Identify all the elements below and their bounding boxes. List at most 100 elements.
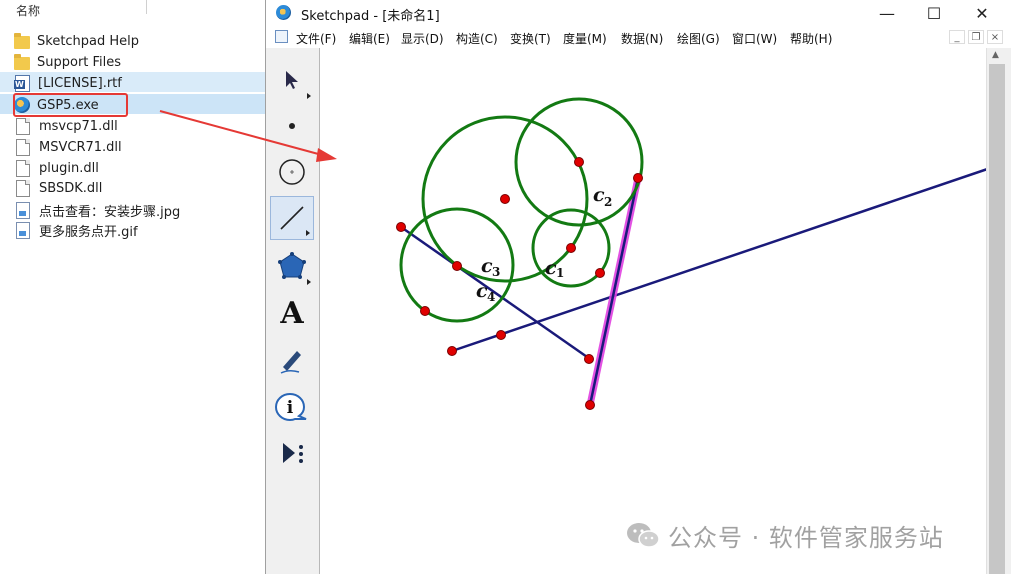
info-glyph: i: [287, 398, 294, 418]
label-c2[interactable]: c 2: [593, 184, 612, 209]
doc-minimize-button[interactable]: _: [949, 30, 965, 44]
point-segment-start[interactable]: [396, 222, 406, 232]
polygon-tool[interactable]: [270, 244, 314, 288]
menu-help[interactable]: 帮助(H): [790, 30, 832, 47]
menu-data[interactable]: 数据(N): [621, 30, 663, 47]
sketch-drawing: c 1 c 2 c 3 c 4: [396, 97, 986, 410]
segment-line[interactable]: [400, 225, 591, 361]
file-name: Sketchpad Help: [37, 33, 140, 49]
file-item-plugin[interactable]: plugin.dll: [14, 158, 264, 178]
circle-icon: [279, 159, 305, 185]
point-segment-end[interactable]: [584, 354, 594, 364]
maximize-button[interactable]: ☐: [919, 2, 949, 24]
file-item-sketchpad-help[interactable]: Sketchpad Help: [14, 31, 264, 51]
file-name: plugin.dll: [39, 160, 99, 176]
point-icon: [289, 123, 295, 129]
point-center-large[interactable]: [500, 194, 510, 204]
file-item-license[interactable]: [LICENSE].rtf: [14, 73, 264, 93]
point-segment-top[interactable]: [633, 173, 643, 183]
image-file-icon: [16, 201, 30, 219]
title-bar[interactable]: Sketchpad - [未命名1] — ☐ ✕: [266, 0, 1011, 26]
file-name: [LICENSE].rtf: [38, 75, 122, 91]
point-center-c2[interactable]: [574, 157, 584, 167]
menu-edit[interactable]: 编辑(E): [349, 30, 390, 47]
file-item-sbsdk[interactable]: SBSDK.dll: [14, 178, 264, 198]
label-c3[interactable]: c 3: [481, 255, 500, 279]
file-item-msvcr71[interactable]: MSVCR71.dll: [14, 137, 264, 157]
watermark-text: 公众号 · 软件管家服务站: [668, 523, 944, 552]
menu-graph[interactable]: 绘图(G): [677, 30, 720, 47]
file-name: SBSDK.dll: [39, 180, 103, 196]
file-item-more-services[interactable]: 更多服务点开.gif: [14, 220, 264, 240]
close-button[interactable]: ✕: [967, 2, 997, 24]
sketch-canvas[interactable]: c 1 c 2 c 3 c 4: [320, 48, 986, 574]
dll-file-icon: [16, 179, 30, 197]
doc-close-button[interactable]: ×: [987, 30, 1003, 44]
file-name: msvcp71.dll: [39, 118, 118, 134]
image-file-icon: [16, 221, 30, 239]
label-c2-subscript: 2: [604, 195, 612, 209]
marker-tool[interactable]: [270, 338, 314, 382]
information-tool[interactable]: i: [270, 385, 314, 429]
marker-icon: [280, 351, 301, 374]
compass-tool[interactable]: [270, 150, 314, 194]
sketchpad-window: Sketchpad - [未命名1] — ☐ ✕ 文件(F) 编辑(E) 显示(…: [265, 0, 1011, 574]
segment-icon: [280, 206, 304, 230]
arrow-icon: [286, 71, 298, 89]
minimize-button[interactable]: —: [872, 2, 902, 24]
folder-icon: [14, 53, 30, 70]
info-icon: i: [275, 392, 307, 422]
submenu-indicator: [307, 279, 311, 285]
menu-bar: 文件(F) 编辑(E) 显示(D) 构造(C) 变换(T) 度量(M) 数据(N…: [266, 27, 1011, 49]
label-c4[interactable]: c 4: [476, 280, 495, 304]
doc-restore-button[interactable]: ❐: [968, 30, 984, 44]
file-name: 更多服务点开.gif: [39, 224, 138, 240]
point-center-c1[interactable]: [566, 243, 576, 253]
point-tool[interactable]: [270, 104, 314, 148]
straightedge-tool[interactable]: [270, 196, 314, 240]
text-tool[interactable]: A: [270, 291, 314, 335]
file-name: Support Files: [37, 54, 122, 70]
point-segment-bottom[interactable]: [585, 400, 595, 410]
scrollbar-thumb[interactable]: [989, 64, 1005, 574]
menu-display[interactable]: 显示(D): [401, 30, 444, 47]
document-menu-icon[interactable]: [275, 30, 288, 43]
menu-transform[interactable]: 变换(T): [510, 30, 551, 47]
vertical-scrollbar[interactable]: ▲: [986, 48, 1011, 574]
menu-window[interactable]: 窗口(W): [732, 30, 777, 47]
name-column-header[interactable]: 名称: [16, 2, 40, 19]
submenu-indicator: [306, 230, 310, 236]
file-item-install-steps[interactable]: 点击查看：安装步骤.jpg: [14, 200, 264, 220]
label-c1-subscript: 1: [556, 266, 564, 280]
menu-construct[interactable]: 构造(C): [456, 30, 498, 47]
column-divider[interactable]: [146, 0, 147, 14]
wechat-icon: [627, 523, 660, 548]
file-name: 点击查看：安装步骤.jpg: [39, 204, 181, 220]
dll-file-icon: [16, 159, 30, 177]
file-item-msvcp71[interactable]: msvcp71.dll: [14, 116, 264, 136]
submenu-indicator: [307, 93, 311, 99]
window-title: Sketchpad - [未命名1]: [301, 9, 440, 24]
scroll-up-icon[interactable]: ▲: [992, 50, 999, 60]
label-c4-subscript: 4: [487, 290, 495, 304]
sketchpad-app-icon: [276, 5, 291, 20]
watermark: 公众号 · 软件管家服务站: [626, 519, 944, 552]
menu-measure[interactable]: 度量(M): [563, 30, 607, 47]
folder-icon: [14, 32, 30, 49]
custom-tool[interactable]: [270, 431, 314, 475]
ray-line[interactable]: [451, 161, 986, 353]
arrow-tool[interactable]: [270, 58, 314, 102]
menu-file[interactable]: 文件(F): [296, 30, 336, 47]
file-item-support-files[interactable]: Support Files: [14, 52, 264, 72]
point-center-c3[interactable]: [452, 261, 462, 271]
custom-tools-icon: [283, 443, 303, 463]
point-on-ray[interactable]: [496, 330, 506, 340]
dll-file-icon: [16, 138, 30, 156]
rtf-file-icon: [14, 74, 30, 92]
point-ray-start[interactable]: [447, 346, 457, 356]
toolbox: A i: [266, 48, 320, 574]
red-highlight-box: [13, 93, 128, 117]
label-c3-subscript: 3: [492, 265, 500, 279]
point-on-c3[interactable]: [420, 306, 430, 316]
point-on-c1[interactable]: [595, 268, 605, 278]
